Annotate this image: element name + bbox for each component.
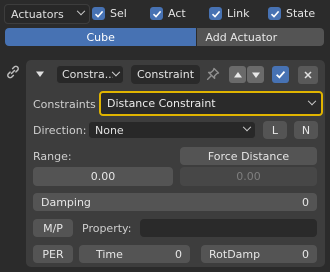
pin-icon[interactable] [205,66,221,82]
distance-value: 0.00 [236,171,261,182]
checkbox-icon [276,71,286,79]
range-value: 0.00 [90,171,116,182]
toggle-act-label: Act [168,8,186,19]
toggle-sel[interactable]: Sel [92,7,127,20]
active-checkbox[interactable] [272,66,289,83]
rotdamp-label: RotDamp [209,248,261,260]
toggle-link-label: Link [227,8,250,19]
toggle-act[interactable]: Act [150,7,186,20]
time-label: Time [96,248,123,260]
editor-select-label: Actuators [11,8,64,20]
checkbox-icon[interactable] [268,7,281,20]
actuator-name-field[interactable]: Constraint [131,65,200,84]
rotdamp-value: 0 [302,248,309,260]
toggle-state[interactable]: State [268,7,315,20]
add-actuator-button[interactable]: Add Actuator [197,28,324,46]
mp-button[interactable]: M/P [33,219,73,237]
time-slider[interactable]: Time 0 [79,245,190,263]
move-down-button[interactable] [247,66,264,83]
actuator-name-value: Constraint [136,69,195,80]
constraint-mode-value: Distance Constraint [107,98,216,109]
constraint-mode-select[interactable]: Distance Constraint [99,91,323,116]
toggle-state-label: State [286,8,316,19]
tab-cube[interactable]: Cube [5,28,197,46]
chevron-down-icon [76,6,86,16]
distance-field[interactable]: 0.00 [180,167,317,186]
toggle-link[interactable]: Link [209,7,250,20]
range-field[interactable]: 0.00 [33,167,173,186]
direction-label: Direction: [33,125,87,136]
damping-value: 0 [302,196,309,208]
property-label: Property: [82,223,132,234]
checkbox-icon[interactable] [92,7,105,20]
damping-slider[interactable]: Damping 0 [33,193,317,211]
chevron-down-icon [242,122,252,132]
direction-select[interactable]: None [88,121,256,139]
move-up-icon [233,71,242,77]
collapse-triangle-icon[interactable] [34,68,46,80]
direction-value: None [95,124,124,136]
move-up-button[interactable] [229,66,246,83]
toggle-sel-label: Sel [110,8,127,19]
object-tab-bar: Cube Add Actuator [5,28,324,46]
link-icon[interactable] [5,64,21,80]
rotdamp-slider[interactable]: RotDamp 0 [201,245,317,263]
range-label: Range: [33,151,72,162]
remove-actuator-button[interactable] [298,66,318,84]
actuator-type-select[interactable]: Constra... [56,65,124,84]
editor-select[interactable]: Actuators [4,4,90,24]
checkbox-icon[interactable] [150,7,163,20]
move-down-icon [251,72,260,78]
damping-label: Damping [41,196,91,208]
local-button[interactable]: L [263,121,287,139]
time-value: 0 [175,248,182,260]
chevron-down-icon [307,96,317,105]
force-distance-button[interactable]: Force Distance [180,147,317,165]
normal-button[interactable]: N [294,121,318,139]
actuator-type-label: Constra... [62,69,114,80]
property-field[interactable] [140,219,317,237]
checkbox-icon[interactable] [209,7,222,20]
per-button[interactable]: PER [33,245,73,263]
close-icon [304,71,312,79]
